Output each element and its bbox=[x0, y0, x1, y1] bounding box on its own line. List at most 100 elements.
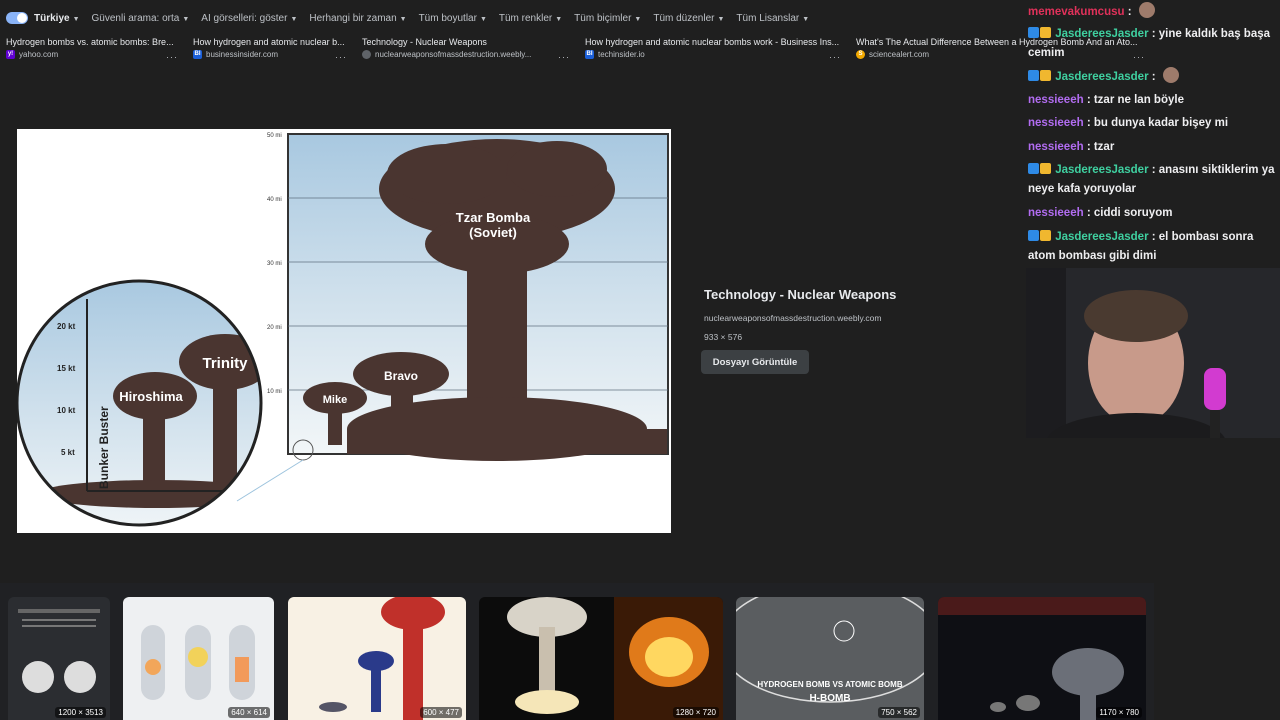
thumbnail[interactable]: HYDROGEN BOMB VS ATOMIC BOMB H-BOMB 750 … bbox=[736, 597, 924, 720]
source-label: sciencealert.com bbox=[869, 50, 930, 59]
tzar-sub-label: (Soviet) bbox=[469, 225, 517, 240]
chat-text: : bbox=[1151, 71, 1156, 83]
result-source: BI techinsider.io bbox=[585, 50, 845, 59]
preview-title[interactable]: Technology - Nuclear Weapons bbox=[704, 287, 1004, 302]
trinity-label: Trinity bbox=[202, 355, 248, 372]
thumbnail[interactable]: 640 × 614 bbox=[123, 597, 274, 720]
chat-message: memevakumcusu : bbox=[1028, 2, 1278, 22]
thumbnail[interactable]: 600 × 477 bbox=[288, 597, 466, 720]
y-tick: 15 kt bbox=[57, 364, 76, 373]
chat-message: JasdereesJasder : el bombası sonra atom … bbox=[1028, 228, 1278, 266]
size-filter[interactable]: Tüm boyutlar ▼ bbox=[419, 13, 487, 24]
y-tick: 50 mi bbox=[267, 133, 282, 139]
chevron-down-icon: ▼ bbox=[634, 15, 642, 23]
bunker-buster-label: Bunker Buster bbox=[97, 406, 111, 489]
result-title[interactable]: Hydrogen bombs vs. atomic bombs: Bre... bbox=[6, 36, 184, 48]
source-label: techinsider.io bbox=[598, 50, 645, 59]
chat-text: : tzar ne lan böyle bbox=[1086, 94, 1184, 106]
y-tick: 5 kt bbox=[61, 448, 75, 457]
businessinsider-icon: BI bbox=[193, 50, 202, 59]
region-label: Türkiye bbox=[34, 12, 70, 24]
filter-label: Herhangi bir zaman bbox=[309, 12, 397, 24]
thumbnail-image bbox=[507, 597, 723, 720]
thumbnail-dimensions: 750 × 562 bbox=[878, 707, 920, 718]
result-title[interactable]: How hydrogen and atomic nuclear b... bbox=[193, 36, 353, 48]
filter-label: Tüm renkler bbox=[498, 12, 553, 24]
layout-filter[interactable]: Tüm düzenler ▼ bbox=[653, 13, 724, 24]
chat-username[interactable]: memevakumcusu bbox=[1028, 6, 1125, 18]
region-filter[interactable]: Türkiye ▼ bbox=[34, 13, 80, 24]
chat-text: : bu dunya kadar bişey mi bbox=[1086, 117, 1229, 129]
chat-message: nessieeeh : tzar bbox=[1028, 138, 1278, 157]
format-filter[interactable]: Tüm biçimler ▼ bbox=[574, 13, 641, 24]
chat-username[interactable]: JasdereesJasder bbox=[1055, 28, 1148, 40]
chevron-down-icon: ▼ bbox=[479, 15, 487, 23]
emote-icon bbox=[1162, 67, 1179, 83]
thumbnail[interactable]: 1280 × 720 bbox=[479, 597, 723, 720]
chat-username[interactable]: nessieeeh bbox=[1028, 117, 1084, 129]
thumbnail[interactable]: 1170 × 780 bbox=[938, 597, 1146, 720]
safe-search-filter[interactable]: Güvenli arama: orta ▼ bbox=[92, 13, 190, 24]
hiroshima-label: Hiroshima bbox=[119, 389, 183, 404]
thumbnail-image: HYDROGEN BOMB VS ATOMIC BOMB H-BOMB bbox=[736, 597, 924, 704]
chat-username[interactable]: JasdereesJasder bbox=[1055, 164, 1148, 176]
result-title[interactable]: Technology - Nuclear Weapons bbox=[362, 36, 552, 48]
chat-text: : tzar bbox=[1086, 141, 1115, 153]
preview-domain[interactable]: nuclearweaponsofmassdestruction.weebly.c… bbox=[704, 313, 1004, 323]
crown-badge-icon bbox=[1040, 27, 1051, 38]
y-tick: 10 mi bbox=[267, 389, 282, 395]
chevron-down-icon: ▼ bbox=[72, 15, 80, 23]
filter-bar: Türkiye ▼ Güvenli arama: orta ▼ AI görsell… bbox=[0, 0, 1020, 36]
result-item[interactable]: Hydrogen bombs vs. atomic bombs: Bre... … bbox=[6, 36, 184, 66]
chat-username[interactable]: nessieeeh bbox=[1028, 141, 1084, 153]
view-file-button[interactable]: Dosyayı Görüntüle bbox=[701, 350, 809, 374]
crown-badge-icon bbox=[1040, 70, 1051, 81]
webcam-overlay bbox=[1026, 268, 1280, 438]
thumbnail-dimensions: 640 × 614 bbox=[228, 707, 270, 718]
screen: Türkiye ▼ Güvenli arama: orta ▼ AI görsell… bbox=[0, 0, 1280, 720]
source-label: yahoo.com bbox=[19, 50, 59, 59]
result-item[interactable]: How hydrogen and atomic nuclear b... BI b… bbox=[193, 36, 353, 66]
result-item[interactable]: How hydrogen and atomic nuclear bombs wo… bbox=[585, 36, 845, 66]
chat-message: nessieeeh : tzar ne lan böyle bbox=[1028, 91, 1278, 110]
preview-image[interactable]: 50 mi 40 mi 30 mi 20 mi 10 mi Tzar Bomba… bbox=[17, 129, 671, 533]
chat-message: JasdereesJasder : anasını siktiklerim ya… bbox=[1028, 161, 1278, 199]
chevron-down-icon: ▼ bbox=[802, 15, 810, 23]
filter-label: Güvenli arama: orta bbox=[91, 12, 180, 24]
thumbnail-image bbox=[938, 597, 1146, 720]
result-title[interactable]: How hydrogen and atomic nuclear bombs wo… bbox=[585, 36, 845, 48]
thumbnail-caption: HYDROGEN BOMB VS ATOMIC BOMB bbox=[757, 680, 902, 689]
time-filter[interactable]: Herhangi bir zaman ▼ bbox=[309, 13, 406, 24]
result-strip: Hydrogen bombs vs. atomic bombs: Bre... … bbox=[0, 36, 1150, 66]
thumbnail-dimensions: 600 × 477 bbox=[420, 707, 462, 718]
sciencealert-icon: S bbox=[856, 50, 865, 59]
color-filter[interactable]: Tüm renkler ▼ bbox=[499, 13, 562, 24]
yahoo-icon: y! bbox=[6, 50, 15, 59]
y-tick: 20 mi bbox=[267, 325, 282, 331]
y-tick: 10 kt bbox=[57, 406, 76, 415]
more-options-icon[interactable]: ··· bbox=[558, 52, 570, 62]
region-toggle[interactable] bbox=[6, 12, 28, 24]
result-source: BI businessinsider.com bbox=[193, 50, 353, 59]
more-options-icon[interactable]: ··· bbox=[829, 52, 841, 62]
license-filter[interactable]: Tüm Lisanslar ▼ bbox=[736, 13, 809, 24]
result-item[interactable]: Technology - Nuclear Weapons nuclearweap… bbox=[362, 36, 552, 66]
nuclear-comparison-illustration: 50 mi 40 mi 30 mi 20 mi 10 mi Tzar Bomba… bbox=[17, 133, 669, 527]
chat-username[interactable]: nessieeeh bbox=[1028, 207, 1084, 219]
thumbnail[interactable]: 1200 × 3513 bbox=[8, 597, 110, 720]
crown-badge-icon bbox=[1040, 230, 1051, 241]
sub-badge-icon bbox=[1028, 163, 1039, 174]
more-options-icon[interactable]: ··· bbox=[166, 52, 178, 62]
more-options-icon[interactable]: ··· bbox=[335, 52, 347, 62]
crown-badge-icon bbox=[1040, 163, 1051, 174]
chevron-down-icon: ▼ bbox=[555, 15, 563, 23]
chat-username[interactable]: nessieeeh bbox=[1028, 94, 1084, 106]
chat-username[interactable]: JasdereesJasder bbox=[1055, 71, 1148, 83]
chevron-down-icon: ▼ bbox=[399, 15, 407, 23]
preview-info: Technology - Nuclear Weapons nuclearweap… bbox=[704, 287, 1004, 342]
chat-username[interactable]: JasdereesJasder bbox=[1055, 231, 1148, 243]
ai-images-filter[interactable]: AI görselleri: göster ▼ bbox=[201, 13, 297, 24]
preview-dimensions: 933 × 576 bbox=[704, 332, 743, 342]
webcam-feed bbox=[1026, 268, 1280, 438]
source-label: nuclearweaponsofmassdestruction.weebly..… bbox=[375, 50, 532, 59]
